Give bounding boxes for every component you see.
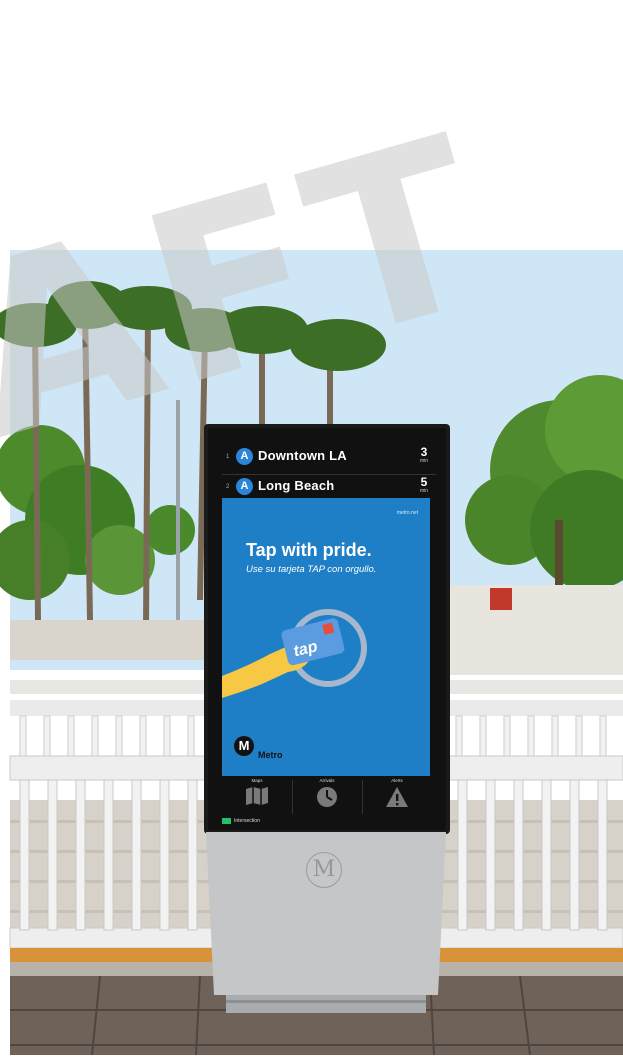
arrival-minutes-unit: min <box>419 488 429 494</box>
line-badge: A <box>236 478 253 495</box>
nav-label: Maps <box>251 778 263 783</box>
pedestal-metro-logo: M <box>306 852 342 888</box>
tap-card-illustration: tap <box>222 609 367 698</box>
line-badge: A <box>236 448 253 465</box>
promo-panel: metro.net Tap with pride. Use su tarjeta… <box>222 498 430 776</box>
promo-headline: Tap with pride. <box>246 540 372 560</box>
promo-subheadline: Use su tarjeta TAP con orgullo. <box>246 564 377 575</box>
nav-alerts-button[interactable]: Alerts <box>362 778 432 818</box>
arrival-minutes-unit: min <box>419 458 429 464</box>
metro-logo-icon: M <box>234 736 254 756</box>
arrival-minutes: 5 <box>420 475 428 489</box>
arrival-destination: Downtown LA <box>258 448 347 463</box>
promo-url: metro.net <box>396 510 418 516</box>
arrival-destination: Long Beach <box>258 478 335 493</box>
nav-maps-button[interactable]: Maps <box>222 778 292 818</box>
arrival-index: 2 <box>226 484 230 490</box>
clock-icon <box>317 787 337 807</box>
brand-label: Intersection <box>234 818 260 824</box>
warning-icon <box>386 787 408 807</box>
arrival-minutes: 3 <box>420 445 428 459</box>
arrival-divider <box>222 474 436 475</box>
kiosk-screen[interactable]: 1 A Downtown LA 3 min 2 A Long Beach 5 m… <box>208 428 446 830</box>
arrival-index: 1 <box>226 454 230 460</box>
photo-scene: AFT 1 A Downtown LA 3 min 2 A Long Beach… <box>0 0 623 1056</box>
nav-arrivals-button[interactable]: Arrivals <box>292 778 362 818</box>
nav-label: Arrivals <box>319 778 335 783</box>
intersection-logo-icon <box>222 818 231 824</box>
metro-label: Metro <box>258 750 283 760</box>
arrival-row[interactable]: 1 A Downtown LA 3 min <box>222 445 436 468</box>
nav-label: Alerts <box>391 778 403 783</box>
map-icon <box>246 787 268 805</box>
arrival-row[interactable]: 2 A Long Beach 5 min <box>222 475 436 498</box>
